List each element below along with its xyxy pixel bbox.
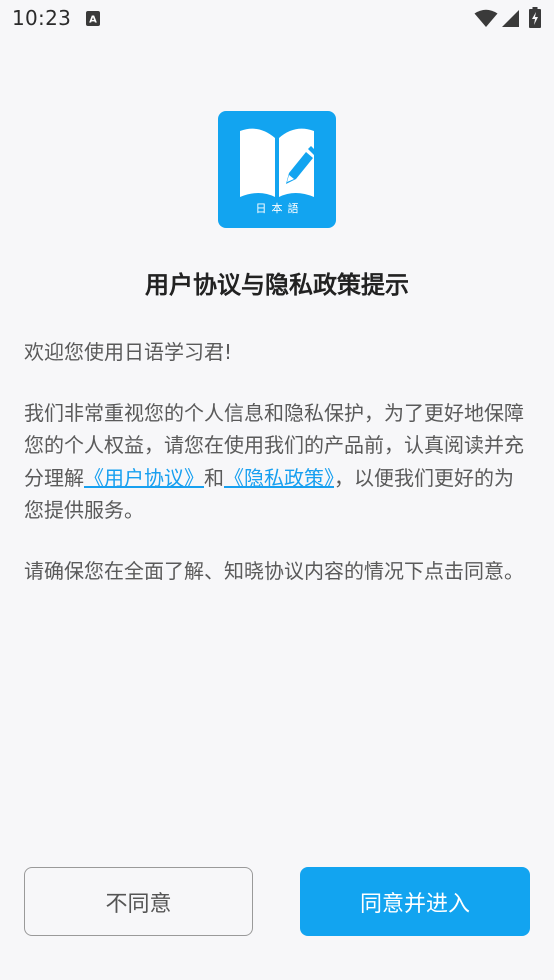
svg-text:A: A	[89, 15, 97, 26]
agreement-paragraph: 我们非常重视您的个人信息和隐私保护，为了更好地保障您的个人权益，请您在使用我们的…	[24, 397, 524, 527]
status-bar: 10:23 A	[0, 0, 554, 38]
app-logo: 日本語	[218, 111, 336, 228]
user-agreement-link[interactable]: 《用户协议》	[84, 466, 204, 490]
agreement-content: 欢迎您使用日语学习君! 我们非常重视您的个人信息和隐私保护，为了更好地保障您的个…	[24, 336, 524, 615]
notification-a-icon: A	[86, 11, 100, 30]
wifi-icon	[474, 9, 498, 32]
conjunction-text: 和	[204, 465, 224, 490]
battery-charging-icon	[529, 7, 541, 32]
greeting-text: 欢迎您使用日语学习君!	[24, 340, 233, 364]
privacy-policy-link[interactable]: 《隐私政策》	[224, 466, 334, 490]
cellular-signal-icon	[501, 9, 520, 32]
logo-caption: 日本語	[255, 202, 304, 215]
page-title: 用户协议与隐私政策提示	[145, 271, 409, 299]
disagree-button[interactable]: 不同意	[24, 867, 253, 936]
confirm-text: 请确保您在全面了解、知晓协议内容的情况下点击同意。	[24, 558, 524, 583]
agree-and-enter-button[interactable]: 同意并进入	[300, 867, 530, 936]
status-time: 10:23	[12, 6, 72, 30]
